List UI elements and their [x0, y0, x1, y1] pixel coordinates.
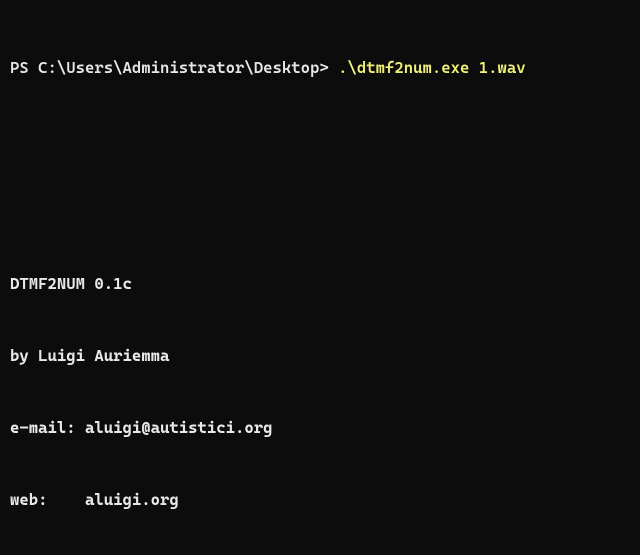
blank-line [10, 128, 630, 152]
program-author: by Luigi Auriemma [10, 344, 630, 368]
terminal-window[interactable]: PS C:\Users\Administrator\Desktop> .\dtm… [0, 0, 640, 555]
blank-line [10, 200, 630, 224]
program-email: e-mail: aluigi@autistici.org [10, 416, 630, 440]
shell-command: .\dtmf2num.exe 1.wav [338, 58, 526, 77]
prompt-line: PS C:\Users\Administrator\Desktop> .\dtm… [10, 56, 630, 80]
program-web: web: aluigi.org [10, 488, 630, 512]
shell-prompt: PS C:\Users\Administrator\Desktop> [10, 58, 338, 77]
program-title: DTMF2NUM 0.1c [10, 272, 630, 296]
